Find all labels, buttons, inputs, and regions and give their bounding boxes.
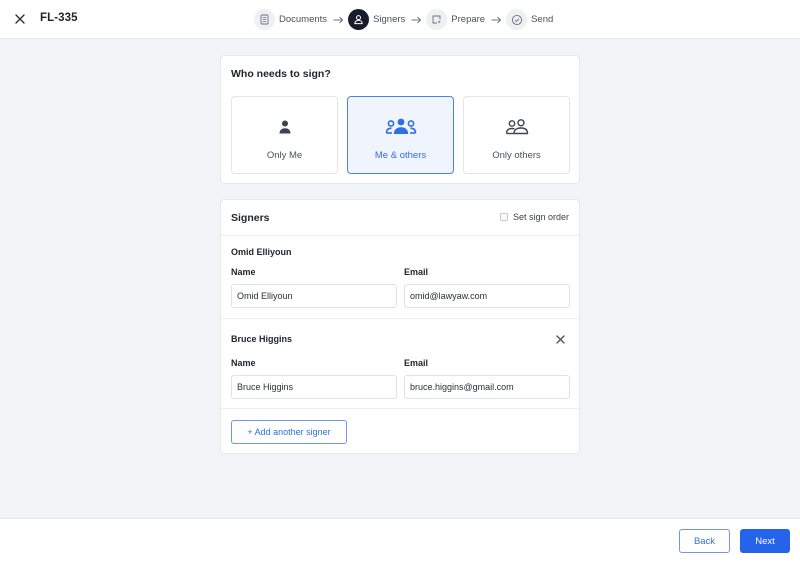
signer-heading: Omid Elliyoun xyxy=(231,247,292,257)
single-user-icon xyxy=(279,120,290,134)
signer-entry: Bruce Higgins Name Email xyxy=(221,320,579,409)
add-another-signer-button[interactable]: + Add another signer xyxy=(231,420,347,444)
step-label: Documents xyxy=(279,14,328,25)
step-label: Send xyxy=(531,14,554,25)
email-label: Email xyxy=(404,358,429,368)
group-users-icon xyxy=(385,118,416,134)
option-me-and-others[interactable]: Me & others xyxy=(347,96,454,174)
close-icon xyxy=(555,334,565,344)
document-icon xyxy=(260,14,269,25)
prepare-cursor-icon xyxy=(432,15,442,24)
set-sign-order-toggle[interactable]: Set sign order xyxy=(499,212,569,222)
section-title: Who needs to sign? xyxy=(231,68,331,80)
document-title: FL-335 xyxy=(40,12,78,24)
arrow-right-icon xyxy=(491,16,502,24)
signer-heading: Bruce Higgins xyxy=(231,334,293,344)
top-bar: FL-335 Documents Signers Prepare Send xyxy=(0,0,800,39)
signer-entry: Omid Elliyoun Name Email xyxy=(221,236,579,319)
step-documents[interactable]: Documents xyxy=(254,9,327,30)
step-prepare[interactable]: Prepare xyxy=(426,9,485,30)
signer-name-input[interactable] xyxy=(231,375,397,399)
option-label: Only Me xyxy=(266,150,303,161)
user-icon xyxy=(354,15,363,25)
email-label: Email xyxy=(404,267,429,277)
option-only-me[interactable]: Only Me xyxy=(231,96,338,174)
section-title: Signers xyxy=(231,212,270,224)
signer-email-input[interactable] xyxy=(404,284,570,308)
remove-signer-button[interactable] xyxy=(554,333,566,345)
set-sign-order-checkbox[interactable] xyxy=(499,213,508,221)
set-sign-order-label: Set sign order xyxy=(512,212,569,222)
signers-card: Signers Set sign order Omid Elliyoun Nam… xyxy=(220,199,580,454)
name-label: Name xyxy=(231,358,256,368)
two-users-outline-icon xyxy=(505,119,528,135)
check-circle-icon xyxy=(511,14,522,25)
step-label: Signers xyxy=(373,14,406,25)
step-send[interactable]: Send xyxy=(506,9,553,30)
arrow-right-icon xyxy=(411,16,422,24)
close-button[interactable] xyxy=(12,11,28,27)
option-only-others[interactable]: Only others xyxy=(463,96,570,174)
signer-email-input[interactable] xyxy=(404,375,570,399)
next-button[interactable]: Next xyxy=(740,529,790,553)
step-label: Prepare xyxy=(451,14,486,25)
back-button[interactable]: Back xyxy=(679,529,730,553)
option-label: Only others xyxy=(492,150,541,161)
arrow-right-icon xyxy=(333,16,344,24)
close-icon xyxy=(15,14,25,24)
signer-name-input[interactable] xyxy=(231,284,397,308)
footer-bar: Back Next xyxy=(0,518,800,563)
stepper: Documents Signers Prepare Send xyxy=(254,9,553,30)
who-needs-to-sign-card: Who needs to sign? Only Me Me & others O… xyxy=(220,55,580,184)
signers-header: Signers Set sign order xyxy=(221,200,579,236)
option-label: Me & others xyxy=(374,150,427,161)
name-label: Name xyxy=(231,267,256,277)
step-signers[interactable]: Signers xyxy=(348,9,405,30)
